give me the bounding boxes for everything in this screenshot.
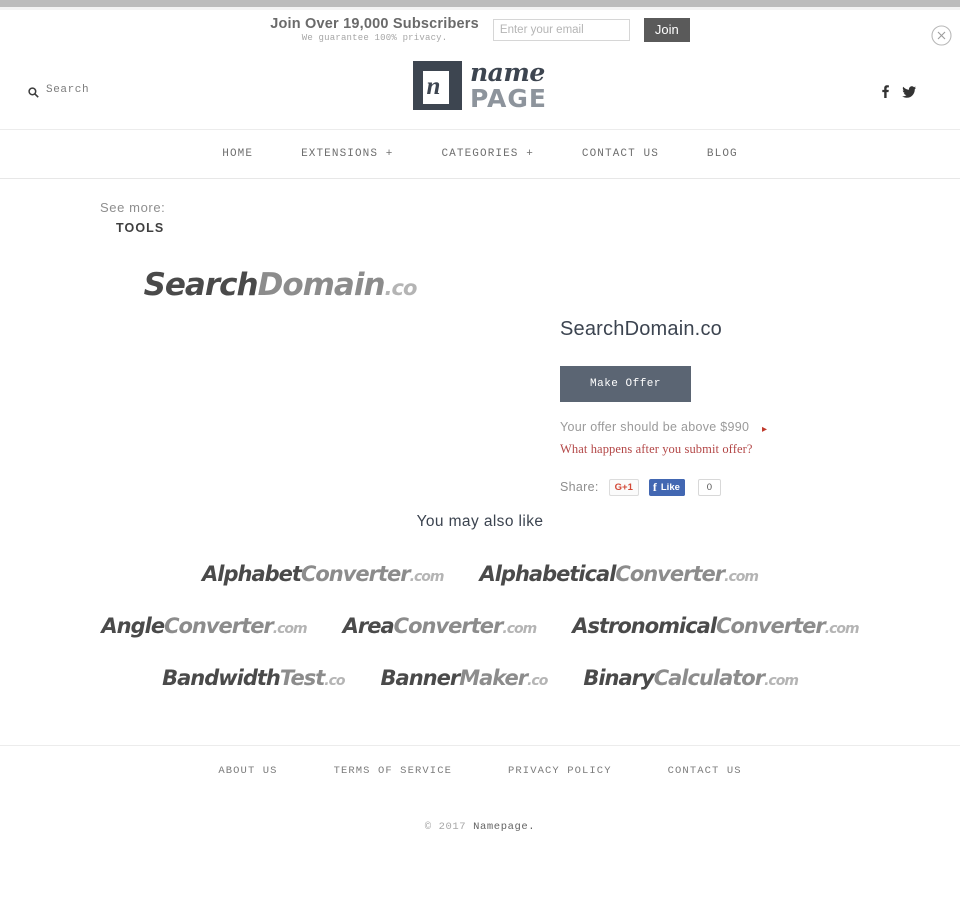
related-part3: .com (724, 569, 759, 585)
social-links (880, 85, 916, 98)
footer-link-contact-us[interactable]: CONTACT US (668, 765, 742, 777)
related-part1: Alphabetical (479, 562, 616, 586)
search-button[interactable]: Search (28, 84, 90, 98)
related-part2: Test (279, 666, 325, 690)
related-part1: Banner (380, 666, 461, 690)
product-detail-panel: SearchDomain.co Make Offer Your offer sh… (560, 318, 900, 496)
related-part1: Binary (583, 666, 654, 690)
related-part2: Converter (716, 614, 826, 638)
related-domain-item[interactable]: BinaryCalculator.com (583, 666, 799, 690)
related-part2: Converter (164, 614, 274, 638)
newsletter-join-button[interactable]: Join (643, 18, 690, 42)
related-part3: .co (527, 673, 548, 689)
main-navigation: HOME EXTENSIONS + CATEGORIES + CONTACT U… (0, 130, 960, 179)
related-domain-item[interactable]: BannerMaker.co (380, 666, 549, 690)
newsletter-promo-bar: Join Over 19,000 Subscribers We guarante… (0, 10, 960, 50)
browser-chrome-edge (0, 0, 960, 7)
related-domain-item[interactable]: AlphabetConverter.com (202, 562, 445, 586)
nav-item-contact-us[interactable]: CONTACT US (582, 148, 659, 160)
product-wordmark: SearchDomain.co (143, 267, 418, 303)
offer-minimum-note: Your offer should be above $990 ▸ (560, 419, 770, 437)
related-part3: .com (409, 569, 445, 585)
product-wordmark-part2: Domain (257, 267, 386, 303)
footer-navigation: ABOUT US TERMS OF SERVICE PRIVACY POLICY… (0, 765, 960, 777)
see-more-breadcrumb: See more: TOOLS (100, 200, 165, 235)
logo-mark-icon: n (413, 61, 463, 110)
related-row: AngleConverter.com AreaConverter.com Ast… (0, 600, 960, 652)
page-root: Join Over 19,000 Subscribers We guarante… (0, 0, 960, 897)
related-part2: Converter (393, 614, 504, 638)
logo-wordmark: name PAGE (470, 60, 547, 111)
product-wordmark-part1: Search (143, 267, 259, 303)
arrow-right-icon: ▸ (762, 424, 768, 435)
site-footer: ABOUT US TERMS OF SERVICE PRIVACY POLICY… (0, 745, 960, 897)
logo-word-page: PAGE (470, 84, 547, 113)
related-part3: .com (764, 673, 799, 689)
make-offer-button[interactable]: Make Offer (560, 366, 692, 402)
related-part2: Converter (300, 562, 411, 586)
related-part3: .com (824, 621, 860, 637)
related-part2: Maker (459, 666, 528, 690)
related-part2: Calculator (653, 666, 765, 690)
footer-copyright-name: Namepage. (473, 821, 536, 833)
logo-mark-letter: n (426, 72, 441, 100)
related-domain-item[interactable]: AstronomicalConverter.com (572, 614, 860, 638)
newsletter-subtext: We guarantee 100% privacy. (301, 32, 448, 43)
related-domains-grid: AlphabetConverter.com AlphabeticalConver… (0, 548, 960, 704)
newsletter-promo-inner: Join Over 19,000 Subscribers We guarante… (270, 15, 690, 44)
offer-info-link[interactable]: What happens after you submit offer? (560, 442, 900, 457)
facebook-like-count: 0 (697, 478, 721, 496)
newsletter-email-input[interactable] (492, 19, 630, 41)
related-domain-item[interactable]: AlphabeticalConverter.com (479, 562, 759, 586)
footer-copyright: © 2017 Namepage. (0, 821, 960, 833)
related-row: AlphabetConverter.com AlphabeticalConver… (0, 548, 960, 600)
product-wordmark-part3: .co (384, 276, 418, 300)
footer-link-privacy-policy[interactable]: PRIVACY POLICY (508, 765, 612, 777)
footer-link-terms-of-service[interactable]: TERMS OF SERVICE (334, 765, 452, 777)
related-part3: .com (502, 621, 537, 637)
offer-minimum-text: Your offer should be above $990 (560, 420, 750, 434)
logo-word-name: name (470, 58, 545, 87)
see-more-category-link[interactable]: TOOLS (116, 221, 165, 235)
related-domain-item[interactable]: AreaConverter.com (342, 614, 538, 638)
nav-item-extensions[interactable]: EXTENSIONS + (301, 148, 393, 160)
footer-copyright-year: © 2017 (424, 821, 474, 833)
related-part3: .com (272, 621, 308, 637)
related-section-title: You may also like (416, 513, 544, 530)
share-row: Share: G+1 f Like 0 (560, 478, 900, 496)
related-part1: Area (342, 614, 395, 638)
site-header: Search n name PAGE (0, 52, 960, 130)
related-domain-item[interactable]: AngleConverter.com (101, 614, 308, 638)
twitter-icon[interactable] (902, 85, 916, 98)
related-row: BandwidthTest.co BannerMaker.co BinaryCa… (0, 652, 960, 704)
nav-item-blog[interactable]: BLOG (707, 148, 738, 160)
related-part1: Angle (101, 614, 165, 638)
related-part2: Converter (615, 562, 725, 586)
related-domain-item[interactable]: BandwidthTest.co (162, 666, 345, 690)
close-circle-icon[interactable] (931, 25, 952, 46)
facebook-like-button[interactable]: f Like (648, 478, 685, 496)
footer-link-about-us[interactable]: ABOUT US (218, 765, 277, 777)
newsletter-text-block: Join Over 19,000 Subscribers We guarante… (270, 15, 479, 44)
nav-item-home[interactable]: HOME (222, 148, 253, 160)
product-image: SearchDomain.co (20, 245, 540, 475)
related-part1: Astronomical (572, 614, 717, 638)
related-part1: Bandwidth (162, 666, 281, 690)
search-label: Search (46, 84, 90, 96)
facebook-icon[interactable] (880, 85, 891, 98)
site-logo[interactable]: n name PAGE (413, 60, 547, 111)
related-part3: .co (324, 673, 345, 689)
share-label: Share: (560, 480, 599, 494)
related-part1: Alphabet (202, 562, 302, 586)
newsletter-headline: Join Over 19,000 Subscribers (270, 15, 479, 32)
facebook-icon: f (652, 479, 657, 494)
logo-mark-inner-shape: n (422, 70, 449, 104)
page-title: SearchDomain.co (560, 318, 722, 340)
search-icon (28, 85, 39, 98)
nav-item-categories[interactable]: CATEGORIES + (441, 148, 533, 160)
facebook-like-label: Like (659, 478, 685, 496)
see-more-label: See more: (100, 200, 166, 215)
google-plus-share-button[interactable]: G+1 (608, 478, 639, 496)
